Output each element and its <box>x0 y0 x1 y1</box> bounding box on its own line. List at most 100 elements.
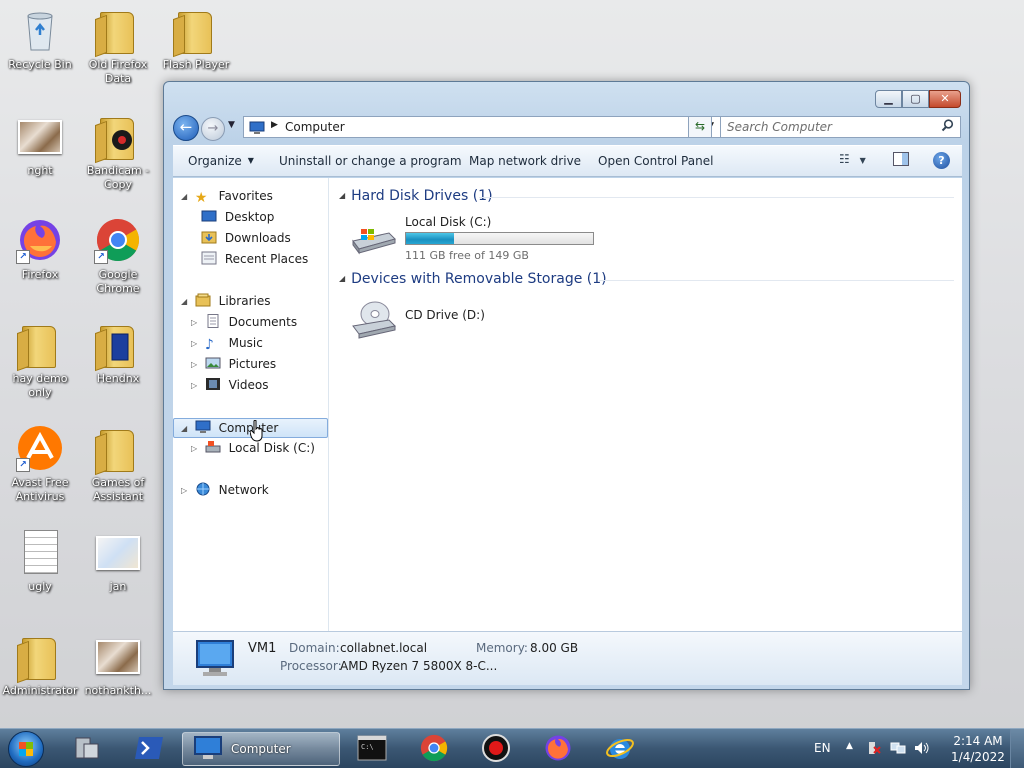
minimize-button[interactable]: ▁ <box>875 90 902 108</box>
address-bar[interactable]: ▶ Computer ▼ <box>243 116 721 138</box>
nav-item-downloads[interactable]: Downloads <box>201 229 291 249</box>
expand-arrow-icon[interactable]: ◢ <box>181 419 191 438</box>
maximize-button[interactable]: ▢ <box>902 90 929 108</box>
desktop-icon-flash-player[interactable]: Flash Player <box>156 6 236 72</box>
drive-cd-drive-d[interactable]: CD Drive (D:) <box>349 300 549 348</box>
music-note-icon: ♪ <box>204 337 214 353</box>
desktop-icon-label: nght <box>27 164 53 177</box>
clock-date[interactable]: 1/4/2022 <box>948 750 1008 764</box>
taskbar-app-powershell[interactable] <box>122 732 176 766</box>
navigation-pane: ◢ ★ Favorites Desktop Downloads Recent P… <box>173 178 329 631</box>
desktop-icon-label: Bandicam - Copy <box>86 164 150 191</box>
breadcrumb-separator-icon[interactable]: ▶ <box>271 120 278 130</box>
group-header-hard-disk-drives[interactable]: ◢ Hard Disk Drives (1) <box>339 188 493 204</box>
nav-item-pictures[interactable]: ▷ Pictures <box>191 355 276 375</box>
desktop-icon-games-of-assistant[interactable]: Games of Assistant <box>78 424 158 504</box>
show-desktop-button[interactable] <box>1010 729 1024 768</box>
desktop-icon-nght[interactable]: nght <box>0 112 80 178</box>
taskbar-app-internet-explorer[interactable] <box>593 732 647 766</box>
nav-item-documents[interactable]: ▷ Documents <box>191 313 297 333</box>
network-status-icon[interactable] <box>890 741 906 758</box>
help-button[interactable]: ? <box>933 152 950 169</box>
expand-arrow-icon[interactable]: ◢ <box>181 187 191 206</box>
collapse-group-icon[interactable]: ◢ <box>339 191 345 200</box>
search-box[interactable] <box>720 116 961 138</box>
volume-icon[interactable] <box>914 741 930 758</box>
nav-item-label: Computer <box>218 421 279 435</box>
taskbar-app-recorder[interactable] <box>469 732 523 766</box>
change-view-button[interactable]: ☷ ▼ <box>839 152 877 172</box>
domain-value: collabnet.local <box>340 641 428 655</box>
folder-icon <box>94 112 142 160</box>
close-button[interactable]: ✕ <box>929 90 961 108</box>
nav-item-desktop[interactable]: Desktop <box>201 208 274 228</box>
taskbar-app-firefox[interactable] <box>531 732 585 766</box>
desktop-icon-avast[interactable]: ↗ Avast Free Antivirus <box>0 424 80 504</box>
show-hidden-icons-icon[interactable]: ▲ <box>846 741 853 751</box>
organize-menu-button[interactable]: Organize ▼ <box>188 154 254 168</box>
taskbar-app-computer[interactable]: Computer <box>182 732 340 766</box>
nav-item-favorites[interactable]: ◢ ★ Favorites <box>181 187 273 207</box>
collapsed-arrow-icon[interactable]: ▷ <box>191 355 201 374</box>
computer-icon <box>193 639 237 682</box>
search-icon[interactable] <box>941 119 954 135</box>
recent-pages-button[interactable]: ▼ <box>228 120 235 130</box>
expand-arrow-icon[interactable]: ◢ <box>181 292 191 311</box>
group-header-removable-storage[interactable]: ◢ Devices with Removable Storage (1) <box>339 271 607 287</box>
videos-icon <box>205 377 221 391</box>
nav-item-videos[interactable]: ▷ Videos <box>191 376 269 396</box>
desktop-icon-administrator[interactable]: Administrator <box>0 632 80 698</box>
forward-button[interactable]: → <box>201 117 225 141</box>
record-icon <box>481 733 511 766</box>
group-divider <box>599 280 954 281</box>
preview-pane-button[interactable] <box>893 152 913 172</box>
image-thumbnail-icon <box>16 112 64 160</box>
uninstall-program-button[interactable]: Uninstall or change a program <box>279 154 462 168</box>
nav-item-recent-places[interactable]: Recent Places <box>201 250 308 270</box>
star-icon: ★ <box>194 190 208 206</box>
collapsed-arrow-icon[interactable]: ▷ <box>191 313 201 332</box>
collapsed-arrow-icon[interactable]: ▷ <box>181 481 191 500</box>
desktop-icon-label: jan <box>109 580 127 593</box>
nav-item-libraries[interactable]: ◢ Libraries <box>181 292 270 312</box>
downloads-folder-icon <box>201 230 217 244</box>
nav-item-music[interactable]: ▷ ♪ Music <box>191 334 263 354</box>
collapsed-arrow-icon[interactable]: ▷ <box>191 439 201 458</box>
language-indicator[interactable]: EN <box>814 741 831 755</box>
action-center-icon[interactable] <box>866 741 882 758</box>
desktop-icon-old-firefox-data[interactable]: Old Firefox Data <box>78 6 158 86</box>
refresh-button[interactable]: ⇆ <box>688 116 712 138</box>
open-control-panel-button[interactable]: Open Control Panel <box>598 154 713 168</box>
shortcut-arrow-icon: ↗ <box>94 250 108 264</box>
taskbar-app-command-prompt[interactable]: C:\ <box>345 732 399 766</box>
firefox-icon <box>543 733 573 766</box>
taskbar-app-chrome[interactable] <box>407 732 461 766</box>
explorer-window: ▁ ▢ ✕ ← → ▼ ▶ Computer ▼ ⇆ <box>163 81 970 690</box>
drive-local-disk-c[interactable]: Local Disk (C:) 111 GB free of 149 GB <box>349 215 609 263</box>
desktop-icon-hay-demo-only[interactable]: hay demo only <box>0 320 80 400</box>
map-network-drive-button[interactable]: Map network drive <box>469 154 581 168</box>
desktop-icon-nothankth[interactable]: nothankth... <box>78 632 158 698</box>
nav-item-label: Recent Places <box>224 252 309 266</box>
back-button[interactable]: ← <box>173 115 199 141</box>
search-input[interactable] <box>721 117 931 137</box>
start-button[interactable] <box>8 731 44 767</box>
desktop-icon-ugly[interactable]: ugly <box>0 528 80 594</box>
collapsed-arrow-icon[interactable]: ▷ <box>191 334 201 353</box>
desktop-icon-jan[interactable]: jan <box>78 528 158 594</box>
taskbar-app-server-manager[interactable] <box>60 732 114 766</box>
breadcrumb-computer[interactable]: Computer <box>285 120 345 134</box>
clock-time[interactable]: 2:14 AM <box>948 734 1008 748</box>
desktop-icon-hendnx[interactable]: Hendnx <box>78 320 158 386</box>
nav-item-label: Local Disk (C:) <box>228 441 315 455</box>
desktop-icon-firefox[interactable]: ↗ Firefox <box>0 216 80 282</box>
desktop-icon-recycle-bin[interactable]: Recycle Bin <box>0 6 80 72</box>
drives-pane: ◢ Hard Disk Drives (1) Local Disk (C:) 1… <box>329 178 962 631</box>
nav-item-network[interactable]: ▷ Network <box>181 481 269 501</box>
desktop-icon-bandicam-copy[interactable]: Bandicam - Copy <box>78 112 158 192</box>
desktop-icon-google-chrome[interactable]: ↗ Google Chrome <box>78 216 158 296</box>
desktop-icon-label: Firefox <box>21 268 59 281</box>
details-pane: VM1 Domain: collabnet.local Memory: 8.00… <box>173 631 962 685</box>
collapse-group-icon[interactable]: ◢ <box>339 274 345 283</box>
collapsed-arrow-icon[interactable]: ▷ <box>191 376 201 395</box>
